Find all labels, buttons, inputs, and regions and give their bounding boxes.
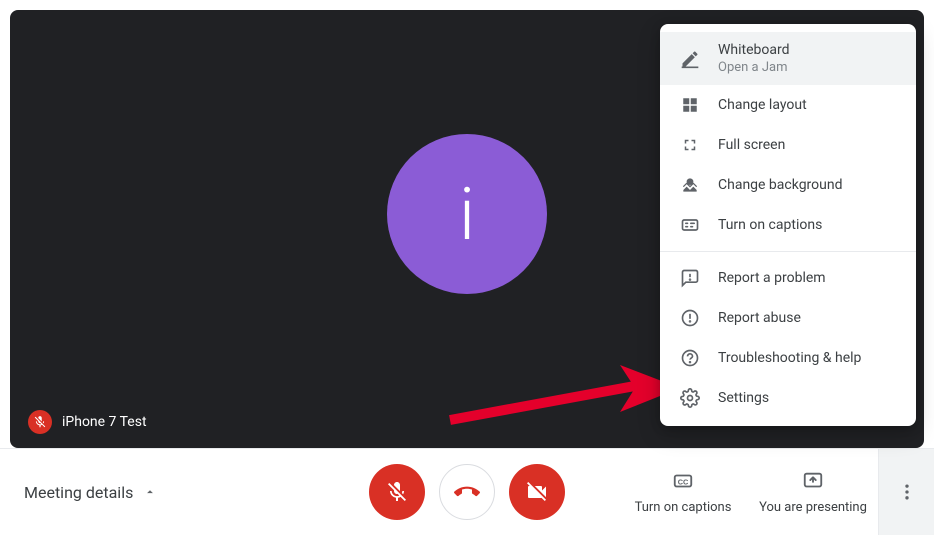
camera-toggle-button[interactable] <box>509 464 565 520</box>
captions-label: Turn on captions <box>635 500 732 515</box>
captions-icon: CC <box>672 470 694 492</box>
gear-icon <box>680 388 700 408</box>
report-abuse-icon <box>680 308 700 328</box>
menu-change-layout[interactable]: Change layout <box>660 85 916 125</box>
help-icon <box>680 348 700 368</box>
mic-toggle-button[interactable] <box>369 464 425 520</box>
bottom-bar: Meeting details CC Turn on captions You … <box>0 448 934 535</box>
feedback-icon <box>680 268 700 288</box>
menu-troubleshooting[interactable]: Troubleshooting & help <box>660 338 916 378</box>
menu-item-label: Change layout <box>718 97 807 113</box>
pencil-icon <box>680 49 700 69</box>
present-button[interactable]: You are presenting <box>748 449 878 535</box>
more-vert-icon <box>897 482 917 502</box>
participant-name: iPhone 7 Test <box>62 414 147 430</box>
menu-report-problem[interactable]: Report a problem <box>660 258 916 298</box>
camera-off-icon <box>525 480 549 504</box>
menu-item-label: Whiteboard <box>718 42 790 58</box>
menu-divider <box>660 251 916 252</box>
avatar-letter: i <box>459 172 475 257</box>
captions-icon <box>680 215 700 235</box>
chevron-up-icon <box>143 485 157 499</box>
hangup-icon <box>454 479 480 505</box>
meeting-details-label: Meeting details <box>24 483 133 502</box>
more-options-button[interactable] <box>878 449 934 535</box>
menu-item-subtitle: Open a Jam <box>718 60 790 75</box>
menu-item-label: Change background <box>718 177 843 193</box>
menu-item-label: Settings <box>718 390 769 406</box>
mic-off-icon <box>33 415 47 429</box>
captions-button[interactable]: CC Turn on captions <box>618 449 748 535</box>
layout-icon <box>680 95 700 115</box>
menu-item-label: Report a problem <box>718 270 826 286</box>
menu-report-abuse[interactable]: Report abuse <box>660 298 916 338</box>
menu-item-label: Report abuse <box>718 310 801 326</box>
meeting-details-button[interactable]: Meeting details <box>0 483 280 502</box>
menu-full-screen[interactable]: Full screen <box>660 125 916 165</box>
menu-settings[interactable]: Settings <box>660 378 916 418</box>
menu-item-label: Full screen <box>718 137 785 153</box>
more-options-menu: Whiteboard Open a Jam Change layout Full… <box>660 24 916 426</box>
present-icon <box>802 470 824 492</box>
center-controls <box>369 464 565 520</box>
menu-change-background[interactable]: Change background <box>660 165 916 205</box>
menu-item-label: Turn on captions <box>718 217 822 233</box>
fullscreen-icon <box>680 135 700 155</box>
muted-badge <box>28 410 52 434</box>
present-label: You are presenting <box>759 500 867 515</box>
avatar: i <box>387 134 547 294</box>
participant-label: iPhone 7 Test <box>28 410 147 434</box>
menu-turn-on-captions[interactable]: Turn on captions <box>660 205 916 245</box>
menu-item-label: Troubleshooting & help <box>718 350 861 366</box>
leave-call-button[interactable] <box>439 464 495 520</box>
right-controls: CC Turn on captions You are presenting <box>618 449 934 535</box>
svg-text:CC: CC <box>678 477 689 486</box>
menu-whiteboard[interactable]: Whiteboard Open a Jam <box>660 32 916 85</box>
mic-off-icon <box>385 480 409 504</box>
background-icon <box>680 175 700 195</box>
